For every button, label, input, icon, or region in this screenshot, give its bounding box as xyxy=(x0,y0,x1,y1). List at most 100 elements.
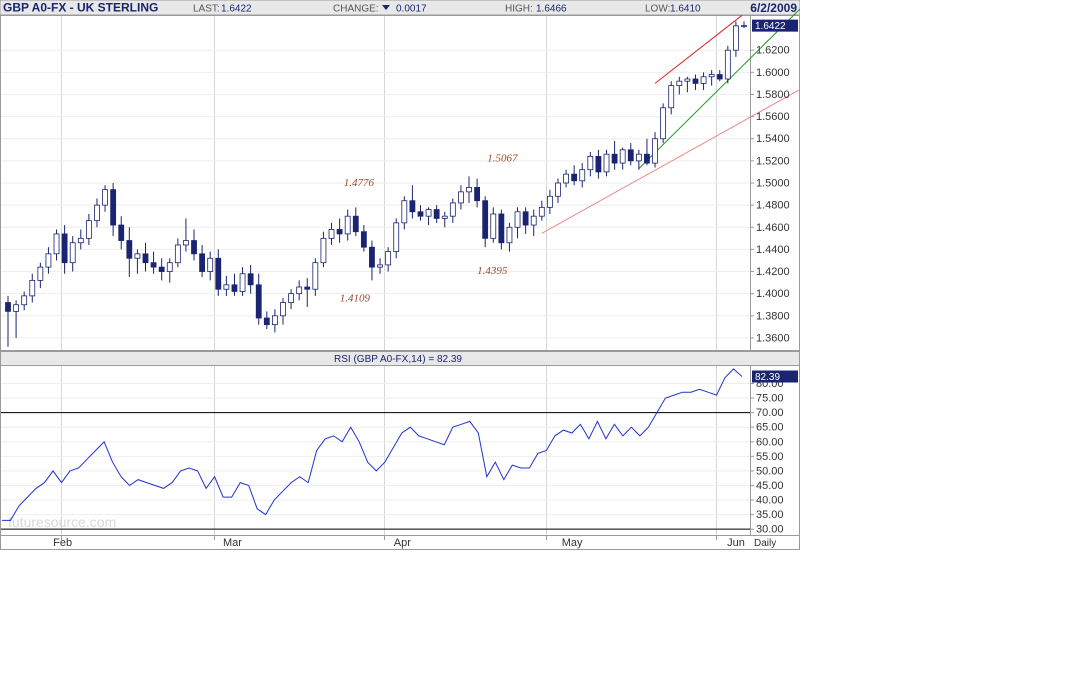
candle-body-down xyxy=(231,284,238,292)
candle-body-down xyxy=(369,246,375,268)
candle-body-down xyxy=(433,209,440,219)
candle-body-up xyxy=(45,253,52,268)
rsi-y-tick-label: 45.00 xyxy=(756,480,784,492)
candle-body-down xyxy=(360,231,367,248)
candle-body-down xyxy=(595,156,602,173)
candle-body-up xyxy=(174,244,181,264)
candle-body-up xyxy=(449,202,456,217)
rsi-y-tick-label: 30.00 xyxy=(756,524,784,536)
price-annotation: 1.5067 xyxy=(487,153,518,165)
futures-chart: GBP A0-FX - UK STERLING LAST: 1.6422 CHA… xyxy=(0,0,800,550)
x-axis-tick-label: Feb xyxy=(53,537,72,549)
candle-body-up xyxy=(587,156,594,171)
candle-body-down xyxy=(522,211,529,226)
candle-body-down xyxy=(158,266,165,272)
candle-body-up xyxy=(579,169,586,182)
candle-body-down xyxy=(409,200,416,213)
candle-body-up xyxy=(555,182,561,197)
candle-body-up xyxy=(603,153,610,173)
candle-body-up xyxy=(684,78,691,82)
last-price-tag: 1.6422 xyxy=(752,19,798,32)
low-value: 1.6410 xyxy=(670,4,701,15)
change-label: CHANGE: xyxy=(333,4,379,15)
candle-body-up xyxy=(102,189,108,206)
high-value: 1.6466 xyxy=(536,4,567,15)
candle-body-up xyxy=(441,215,448,219)
candle-body-up xyxy=(69,242,76,264)
candle xyxy=(724,45,731,84)
candle-body-down xyxy=(627,149,634,162)
candle-body-down xyxy=(304,286,311,290)
candle-body-up xyxy=(320,237,327,264)
candle-body-up xyxy=(239,273,246,292)
candle-body-up xyxy=(514,211,521,228)
candle-body-up xyxy=(53,233,60,255)
candle-body-up xyxy=(183,240,189,246)
candle-body-down xyxy=(498,213,505,244)
rsi-y-tick-label: 55.00 xyxy=(756,451,784,463)
candle-body-down xyxy=(644,153,650,164)
candle-body-up xyxy=(21,295,28,306)
candle-body-up xyxy=(506,226,513,244)
candle-body-up xyxy=(401,200,408,224)
candle-body-up xyxy=(458,191,464,204)
candle-body-up xyxy=(37,266,44,281)
price-y-tick-label: 1.5400 xyxy=(756,133,790,145)
candle-body-up xyxy=(166,262,173,272)
candle xyxy=(660,103,667,144)
candle-body-down xyxy=(482,200,489,239)
price-annotation: 1.4109 xyxy=(340,293,371,305)
candle-body-up xyxy=(288,293,294,303)
price-annotation: 1.4776 xyxy=(344,177,375,189)
candle-body-up xyxy=(619,149,626,164)
candle-body-up xyxy=(466,187,472,193)
x-axis-tick-label: Jun xyxy=(727,537,745,549)
price-annotation: 1.4395 xyxy=(477,265,508,277)
candle-body-up xyxy=(344,215,351,235)
candle-body-down xyxy=(5,302,11,312)
rsi-value-tag-text: 82.39 xyxy=(755,372,780,383)
candle-body-down xyxy=(571,173,578,182)
candle-body-up xyxy=(13,304,19,312)
rsi-y-tick-label: 35.00 xyxy=(756,509,784,521)
candle-body-down xyxy=(336,229,343,235)
candle-body-up xyxy=(660,107,667,140)
candle-body-up xyxy=(207,257,214,272)
price-y-tick-label: 1.3800 xyxy=(756,310,790,322)
low-label: LOW: xyxy=(645,4,670,15)
price-y-tick-label: 1.6000 xyxy=(756,67,790,79)
candle-body-up xyxy=(425,209,432,217)
candle-body-up xyxy=(377,264,383,268)
candle-body-up xyxy=(563,173,569,184)
candle-body-down xyxy=(150,262,157,268)
candle-body-up xyxy=(312,262,319,290)
candle-body-up xyxy=(29,279,36,297)
candle-body-down xyxy=(247,273,254,286)
price-y-tick-label: 1.4000 xyxy=(756,288,790,300)
candle-body-up xyxy=(85,220,92,239)
candle-body-up xyxy=(530,215,537,226)
candle-body-up xyxy=(708,74,715,78)
price-y-tick-label: 1.5600 xyxy=(756,111,790,123)
x-axis-tick-label: Apr xyxy=(394,537,411,549)
candle-body-up xyxy=(741,25,747,28)
candle-body-up xyxy=(393,222,400,253)
watermark: futuresource.com xyxy=(8,514,116,530)
rsi-y-tick-label: 70.00 xyxy=(756,407,784,419)
candle-body-up xyxy=(223,284,230,290)
candle-body-down xyxy=(417,211,424,217)
candle-body-up xyxy=(652,138,658,164)
candle-body-down xyxy=(61,233,68,264)
last-label: LAST: xyxy=(193,4,220,15)
rsi-title: RSI (GBP A0-FX,14) = 82.39 xyxy=(334,354,462,365)
candle-body-up xyxy=(724,49,731,80)
candle-body-down xyxy=(352,215,359,233)
price-y-tick-label: 1.4600 xyxy=(756,222,790,234)
x-axis-tick-label: May xyxy=(562,537,583,549)
candle-body-up xyxy=(94,204,100,222)
candle-body-up xyxy=(546,195,553,208)
candle-body-up xyxy=(676,80,683,87)
last-price-tag-text: 1.6422 xyxy=(755,21,786,32)
rsi-panel xyxy=(0,365,800,536)
candle-body-up xyxy=(296,286,303,295)
